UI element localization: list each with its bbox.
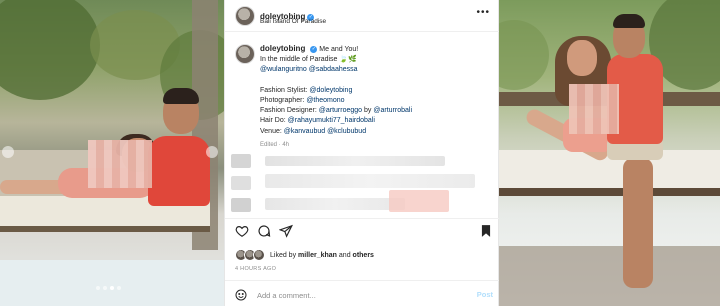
avatar[interactable] [235,6,255,26]
likes-others-link[interactable]: others [353,252,374,259]
credit-label: Venue: [260,127,282,135]
post-panel: doleytobing ✓ Bali Island Of Paradise •••… [224,0,500,306]
location-link[interactable]: Bali Island Of Paradise [260,18,326,25]
liked-by-and: and [338,251,351,259]
carousel-dot [117,286,121,290]
credit-line: Fashion Stylist: @doleytobing [260,86,490,96]
carousel-dot [96,286,100,290]
credit-line: Venue: @kanvaubud @kclububud [260,127,490,137]
liked-by-prefix: Liked by [270,251,297,259]
mention-link[interactable]: @arturrobali [373,107,412,114]
comment-composer: Post [233,288,495,302]
person-hair [613,14,645,28]
carousel-dot-active [110,286,114,290]
post-comment-button[interactable]: Post [477,290,493,299]
mention-link[interactable]: @arturroeggo [319,107,362,114]
blurred-avatar [231,198,251,212]
caption-line-1: doleytobing ✓ Me and You! [260,44,490,55]
heart-icon[interactable] [235,224,251,240]
carousel-dot [103,286,107,290]
person-shirt [148,136,210,206]
censor-blur [88,140,152,188]
blurred-comment-text [265,156,445,166]
person-head [567,40,597,76]
caption-username[interactable]: doleytobing [260,44,305,53]
mention-link[interactable]: @theomono [306,97,344,104]
person-hair [163,88,199,104]
post-timestamp: 4 HOURS AGO [235,266,277,272]
blurred-avatar [231,176,251,190]
foliage [499,20,549,90]
caption-text: In the middle of Paradise 🍃🌿 [260,56,357,64]
blurred-comments [231,150,493,216]
credit-label: Photographer: [260,97,305,104]
caption-text: Me and You! [319,46,359,53]
caption: doleytobing ✓ Me and You! In the middle o… [260,44,490,150]
blurred-comment-image [389,190,449,212]
mention-link[interactable]: @rahayumukti77_hairdobali [288,117,375,124]
credit-line: Fashion Designer: @arturroeggo by @artur… [260,106,490,116]
carousel-photo-left [0,0,224,306]
mention-link[interactable]: @wulanguritno [260,66,307,73]
action-bar [233,224,495,240]
mention-link[interactable]: @kanvaubud [284,128,325,135]
post-header: doleytobing ✓ Bali Island Of Paradise ••• [225,0,500,32]
blurred-avatar [231,154,251,168]
carousel-photo-right [499,0,720,306]
bookmark-icon[interactable] [479,224,495,240]
credit-label: Fashion Stylist: [260,86,308,94]
liker-avatar [253,249,265,261]
edited-timestamp: Edited · 4h [260,141,290,148]
mention-link[interactable]: @sabdaahessa [309,66,358,73]
liker-username-link[interactable]: miller_khan [298,252,337,259]
carousel-next-button[interactable] [206,146,218,158]
mention-link[interactable]: @kclububud [327,128,366,135]
more-options-icon[interactable]: ••• [476,7,490,18]
liked-by-text: Liked by miller_khan and others [270,252,374,259]
divider [225,218,500,219]
emoji-icon[interactable] [235,289,247,301]
comment-icon[interactable] [257,224,273,240]
credit-line: Photographer: @theomono [260,96,490,106]
liked-by-row: Liked by miller_khan and others [235,248,374,262]
censor-blur [569,84,619,134]
comment-input[interactable] [257,288,457,302]
foliage [0,0,100,100]
pool-water [0,260,224,306]
caption-tags: @wulanguritno @sabdaahessa [260,65,490,75]
share-icon[interactable] [279,224,295,240]
credit-connector: by [364,107,372,115]
blurred-comment-text [265,198,405,210]
credit-label: Fashion Designer: [260,107,317,115]
verified-badge-icon: ✓ [310,46,318,53]
credit-label: Hair Do: [260,117,286,125]
wooden-deck [499,246,720,306]
avatar[interactable] [235,44,255,64]
blurred-comment-text [265,174,475,188]
divider [225,280,500,281]
credit-line: Hair Do: @rahayumukti77_hairdobali [260,116,490,126]
person-legs [623,158,653,288]
carousel-prev-button[interactable] [2,146,14,158]
carousel-dots [96,286,121,290]
mention-link[interactable]: @doleytobing [309,87,352,94]
